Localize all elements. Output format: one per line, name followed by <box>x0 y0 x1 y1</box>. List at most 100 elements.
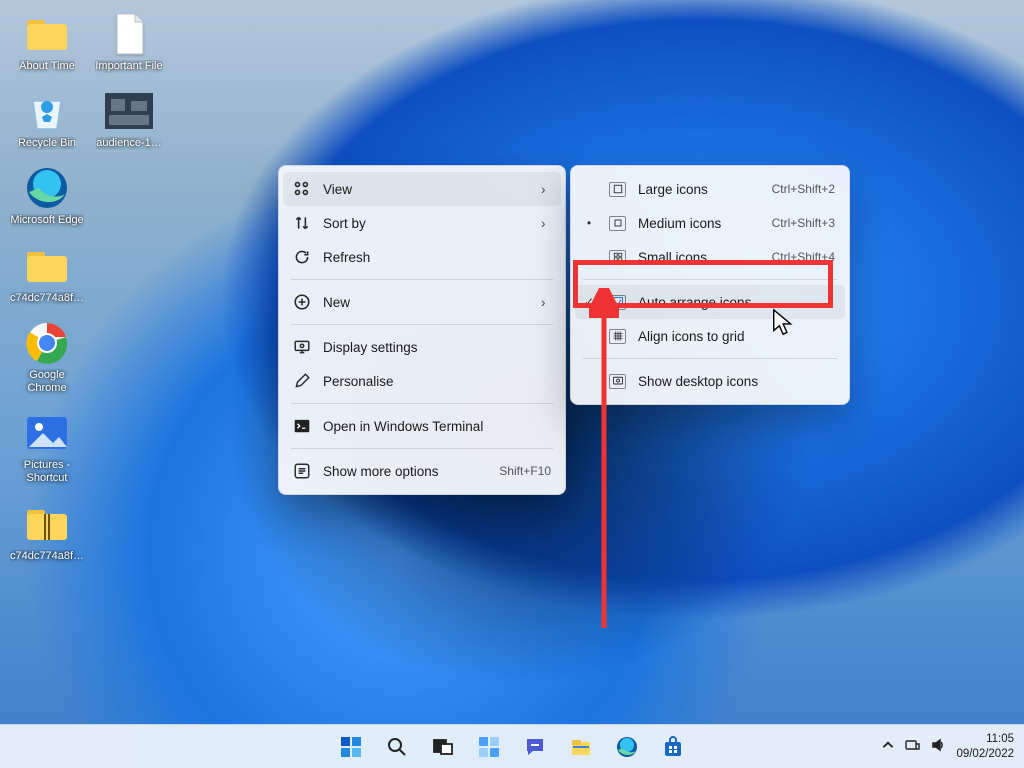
chrome-icon <box>23 319 71 367</box>
align-grid-icon <box>609 329 626 344</box>
menu-item-label: Medium icons <box>638 216 760 231</box>
show-desktop-icons-icon <box>609 374 626 389</box>
clock[interactable]: 11:05 09/02/2022 <box>956 732 1014 761</box>
volume-icon[interactable] <box>930 737 946 756</box>
menu-item-refresh[interactable]: Refresh <box>283 240 561 274</box>
edge-icon <box>23 164 71 212</box>
desktop-icon-label: Microsoft Edge <box>10 214 83 227</box>
desktop-icon-audience-photo[interactable]: audience-1… <box>90 83 168 154</box>
microsoft-store-button[interactable] <box>653 727 693 767</box>
check-mark: ✓ <box>581 295 597 309</box>
menu-separator <box>291 324 553 325</box>
menu-item-show-more-options[interactable]: Show more options Shift+F10 <box>283 454 561 488</box>
menu-shortcut: Ctrl+Shift+4 <box>772 250 835 264</box>
desktop-icon-grid: About Time Recycle Bin Microsoft Edge <box>8 6 168 567</box>
network-icon[interactable] <box>904 737 920 756</box>
menu-item-label: Small icons <box>638 250 760 265</box>
menu-item-label: Refresh <box>323 250 551 265</box>
desktop-icon-pictures-shortcut[interactable]: Pictures - Shortcut <box>8 405 86 489</box>
menu-shortcut: Ctrl+Shift+2 <box>772 182 835 196</box>
desktop-icon-label: Recycle Bin <box>18 137 76 150</box>
auto-arrange-icon <box>609 295 626 310</box>
desktop-icon-important-file[interactable]: Important File <box>90 6 168 77</box>
menu-item-view[interactable]: View › <box>283 172 561 206</box>
desktop-icon-label: Pictures - Shortcut <box>9 459 85 485</box>
desktop-icon-folder-c74-b[interactable]: c74dc774a8f… <box>8 496 86 567</box>
taskbar[interactable]: 11:05 09/02/2022 <box>0 724 1024 768</box>
desktop-icon-about-time[interactable]: About Time <box>8 6 86 77</box>
desktop-icon-recycle-bin[interactable]: Recycle Bin <box>8 83 86 154</box>
folder-icon <box>23 242 71 290</box>
submenu-item-large-icons[interactable]: Large icons Ctrl+Shift+2 <box>575 172 845 206</box>
submenu-item-show-desktop-icons[interactable]: Show desktop icons <box>575 364 845 398</box>
menu-item-label: Large icons <box>638 182 760 197</box>
desktop-icon-google-chrome[interactable]: Google Chrome <box>8 315 86 399</box>
submenu-item-align-to-grid[interactable]: Align icons to grid <box>575 319 845 353</box>
menu-shortcut: Ctrl+Shift+3 <box>772 216 835 230</box>
chat-button[interactable] <box>515 727 555 767</box>
search-button[interactable] <box>377 727 417 767</box>
file-explorer-button[interactable] <box>561 727 601 767</box>
desktop-icon-label: c74dc774a8f… <box>10 292 84 305</box>
start-button[interactable] <box>331 727 371 767</box>
tray-overflow-button[interactable] <box>880 737 894 756</box>
widgets-button[interactable] <box>469 727 509 767</box>
recycle-bin-icon <box>23 87 71 135</box>
desktop-icon-label: audience-1… <box>96 137 161 150</box>
taskbar-center <box>331 727 693 767</box>
menu-item-label: Auto arrange icons <box>638 295 835 310</box>
chevron-right-icon: › <box>541 182 551 197</box>
menu-separator <box>583 358 837 359</box>
display-settings-icon <box>293 338 311 356</box>
menu-item-terminal[interactable]: Open in Windows Terminal <box>283 409 561 443</box>
terminal-icon <box>293 417 311 435</box>
desktop-icon-label: About Time <box>19 60 75 73</box>
context-menu[interactable]: View › Sort by › Refresh New › Display s… <box>278 165 566 495</box>
radio-mark: • <box>581 216 597 230</box>
menu-item-label: Align icons to grid <box>638 329 835 344</box>
menu-item-label: Personalise <box>323 374 551 389</box>
large-icons-icon <box>609 182 626 197</box>
menu-separator <box>291 403 553 404</box>
submenu-item-small-icons[interactable]: Small icons Ctrl+Shift+4 <box>575 240 845 274</box>
menu-item-new[interactable]: New › <box>283 285 561 319</box>
menu-item-personalise[interactable]: Personalise <box>283 364 561 398</box>
clock-time: 11:05 <box>956 732 1014 746</box>
refresh-icon <box>293 248 311 266</box>
menu-item-label: Show desktop icons <box>638 374 835 389</box>
view-icon <box>293 180 311 198</box>
taskbar-edge-button[interactable] <box>607 727 647 767</box>
menu-item-label: Show more options <box>323 464 487 479</box>
menu-item-label: View <box>323 182 529 197</box>
menu-item-label: New <box>323 295 529 310</box>
chevron-right-icon: › <box>541 216 551 231</box>
submenu-item-medium-icons[interactable]: • Medium icons Ctrl+Shift+3 <box>575 206 845 240</box>
clock-date: 09/02/2022 <box>956 747 1014 761</box>
menu-item-label: Open in Windows Terminal <box>323 419 551 434</box>
new-icon <box>293 293 311 311</box>
file-icon <box>105 10 153 58</box>
desktop[interactable]: About Time Recycle Bin Microsoft Edge <box>0 0 1024 768</box>
menu-shortcut: Shift+F10 <box>499 464 551 478</box>
submenu-view[interactable]: Large icons Ctrl+Shift+2 • Medium icons … <box>570 165 850 405</box>
desktop-icon-folder-c74-a[interactable]: c74dc774a8f… <box>8 238 86 309</box>
personalise-icon <box>293 372 311 390</box>
desktop-icon-label: Google Chrome <box>9 369 85 395</box>
menu-item-sort-by[interactable]: Sort by › <box>283 206 561 240</box>
system-tray[interactable]: 11:05 09/02/2022 <box>880 732 1018 761</box>
more-options-icon <box>293 462 311 480</box>
image-thumbnail-icon <box>105 87 153 135</box>
medium-icons-icon <box>609 216 626 231</box>
menu-item-display-settings[interactable]: Display settings <box>283 330 561 364</box>
menu-separator <box>583 279 837 280</box>
task-view-button[interactable] <box>423 727 463 767</box>
desktop-icon-label: Important File <box>95 60 162 73</box>
sort-icon <box>293 214 311 232</box>
desktop-icon-label: c74dc774a8f… <box>10 550 84 563</box>
menu-separator <box>291 279 553 280</box>
submenu-item-auto-arrange[interactable]: ✓ Auto arrange icons <box>575 285 845 319</box>
menu-separator <box>291 448 553 449</box>
desktop-icon-microsoft-edge[interactable]: Microsoft Edge <box>8 160 86 231</box>
chevron-right-icon: › <box>541 295 551 310</box>
pictures-icon <box>23 409 71 457</box>
